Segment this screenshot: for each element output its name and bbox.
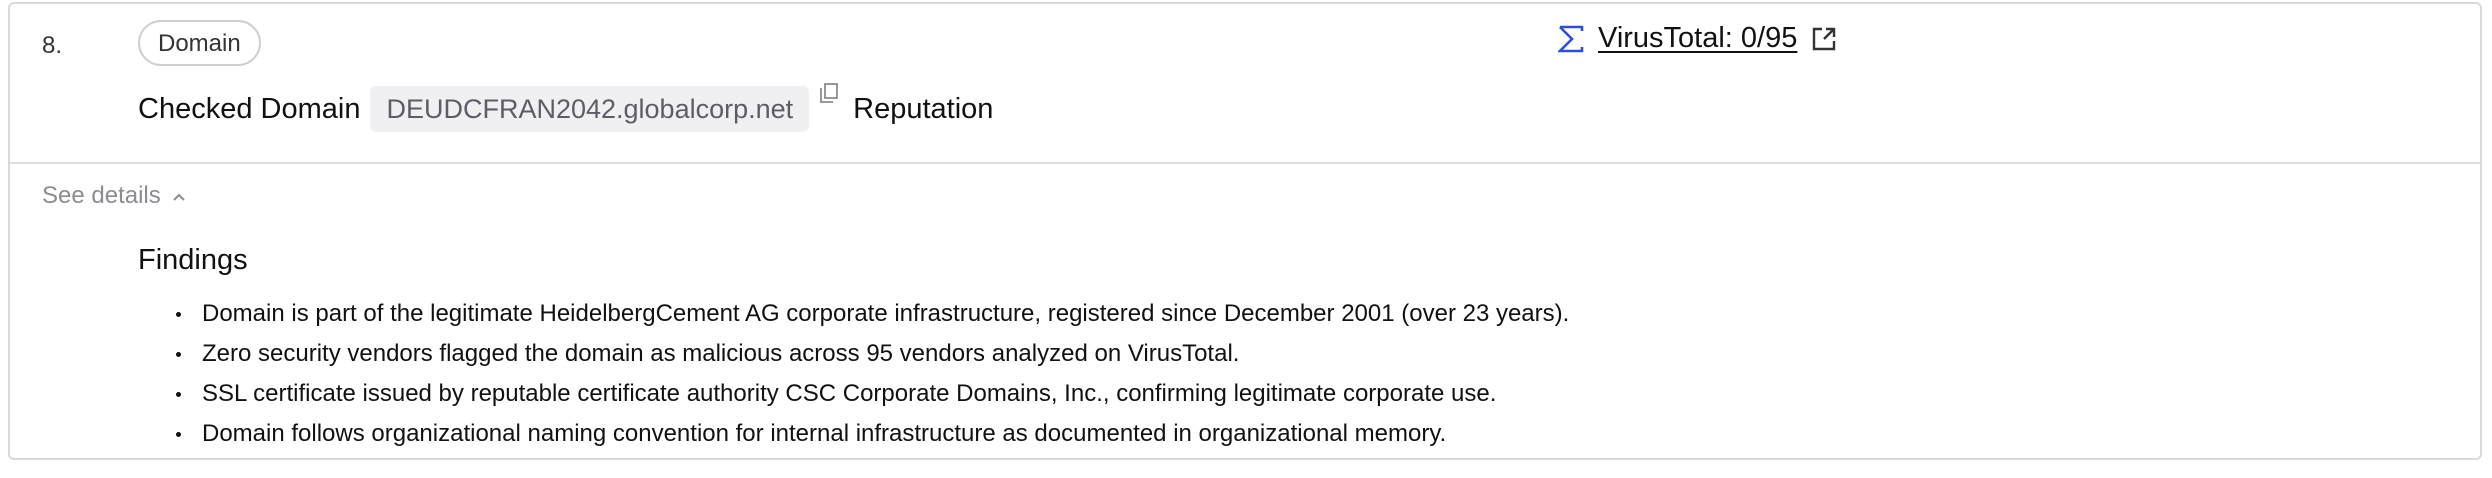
virustotal-link[interactable]: VirusTotal: 0/95 bbox=[1558, 22, 1837, 55]
type-tag: Domain bbox=[138, 20, 261, 66]
sigma-icon bbox=[1558, 25, 1584, 53]
divider bbox=[10, 162, 2480, 164]
findings-heading: Findings bbox=[138, 244, 248, 276]
see-details-label: See details bbox=[42, 182, 161, 209]
see-details-toggle[interactable]: See details bbox=[42, 182, 187, 210]
title-prefix: Checked Domain bbox=[138, 92, 361, 125]
external-link-icon[interactable] bbox=[1811, 26, 1837, 52]
finding-item: Domain is part of the legitimate Heidelb… bbox=[138, 294, 1569, 334]
finding-card: 8. Domain VirusTotal: 0/95 Checked Domai… bbox=[8, 2, 2482, 460]
title-suffix: Reputation bbox=[853, 92, 994, 125]
finding-item: Domain follows organizational naming con… bbox=[138, 414, 1569, 454]
findings-list: Domain is part of the legitimate Heidelb… bbox=[138, 294, 1569, 454]
domain-chip: DEUDCFRAN2042.globalcorp.net bbox=[370, 86, 810, 132]
finding-item: Zero security vendors flagged the domain… bbox=[138, 334, 1569, 374]
check-title: Checked Domain DEUDCFRAN2042.globalcorp.… bbox=[138, 82, 994, 132]
chevron-up-icon bbox=[171, 182, 187, 210]
step-number: 8. bbox=[42, 32, 63, 59]
finding-item: SSL certificate issued by reputable cert… bbox=[138, 374, 1569, 414]
virustotal-score[interactable]: VirusTotal: 0/95 bbox=[1598, 22, 1797, 55]
copy-icon[interactable] bbox=[819, 79, 839, 112]
